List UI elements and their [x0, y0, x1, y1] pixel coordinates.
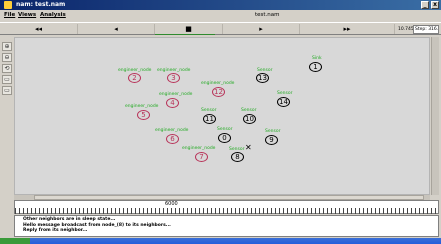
menu-file[interactable]: File — [4, 10, 15, 21]
panel2-icon[interactable]: ▭ — [2, 86, 12, 95]
node-label: Sensor — [241, 108, 257, 113]
play-indicator — [155, 34, 215, 35]
taskbar — [0, 238, 441, 244]
node-label: engineer_node — [155, 128, 189, 133]
vertical-scrollbar[interactable] — [431, 37, 439, 195]
minimize-button[interactable]: _ — [421, 1, 429, 9]
node-label: Sensor — [201, 108, 217, 113]
node-label: engineer_node — [125, 104, 159, 109]
stop-button[interactable]: ■ — [155, 24, 223, 34]
node-label: engineer_node — [182, 146, 216, 151]
timeline-bar[interactable]: 6000 — [14, 200, 439, 214]
log-line: Reply from its neighbor... — [23, 228, 88, 233]
network-node[interactable]: 9 — [265, 135, 278, 145]
document-name: test.nam — [255, 12, 280, 18]
annotation-log: Other neighbors are in sleep state... He… — [14, 215, 439, 237]
network-node[interactable]: 12 — [212, 87, 225, 97]
menu-analysis[interactable]: Analysis — [40, 10, 66, 21]
zoom-in-icon[interactable]: ⊕ — [2, 42, 12, 51]
network-node[interactable]: 6 — [166, 134, 179, 144]
network-canvas[interactable]: Sink 1 engineer_node 2 engineer_node 3 S… — [14, 37, 430, 195]
panel-icon[interactable]: ▭ — [2, 75, 12, 84]
window-title: nam: test.nam — [16, 1, 66, 8]
node-label: Sensor — [277, 91, 293, 96]
network-node[interactable]: 14 — [277, 97, 290, 107]
step-field[interactable]: Step: 316.2us — [413, 25, 439, 34]
start-button[interactable] — [0, 238, 30, 244]
fast-forward-button[interactable]: ▸▸ — [300, 24, 395, 34]
play-button[interactable]: ▸ — [223, 24, 300, 34]
tool-palette: ⊕ ⊖ ⟲ ▭ ▭ — [2, 42, 13, 97]
menu-views[interactable]: Views — [18, 10, 36, 21]
node-label: Sensor — [265, 129, 281, 134]
node-label: engineer_node — [159, 92, 193, 97]
menu-bar: File Views Analysis test.nam — [0, 10, 441, 21]
network-node[interactable]: 4 — [166, 98, 179, 108]
network-node[interactable]: 8 — [231, 152, 244, 162]
network-node[interactable]: 11 — [203, 114, 216, 124]
network-node[interactable]: 1 — [309, 62, 322, 72]
network-node[interactable]: 0 — [218, 133, 231, 143]
network-node[interactable]: 7 — [195, 152, 208, 162]
node-label: Sensor — [217, 127, 233, 132]
app-icon — [4, 1, 12, 9]
node-label: engineer_node — [201, 81, 235, 86]
network-node[interactable]: 10 — [243, 114, 256, 124]
node-label: Sink — [312, 56, 322, 61]
playback-toolbar: ◂◂ ◂ ■ ▸ ▸▸ 10.745258 Step: 316.2us — [0, 22, 441, 35]
cross-marker-icon: ✕ — [245, 143, 252, 152]
network-node[interactable]: 5 — [137, 110, 150, 120]
close-button[interactable]: x — [431, 1, 439, 9]
rewind-button[interactable]: ◂◂ — [0, 24, 78, 34]
nam-window: nam: test.nam _ x File Views Analysis te… — [0, 0, 441, 244]
reset-icon[interactable]: ⟲ — [2, 64, 12, 73]
network-node[interactable]: 13 — [256, 73, 269, 83]
timeline-ticks — [15, 208, 438, 214]
network-node[interactable]: 3 — [167, 73, 180, 83]
title-bar: nam: test.nam _ x — [0, 0, 441, 10]
node-label: Sensor — [257, 68, 273, 73]
network-node[interactable]: 2 — [128, 73, 141, 83]
timeline-label: 6000 — [165, 201, 178, 207]
step-back-button[interactable]: ◂ — [78, 24, 155, 34]
zoom-out-icon[interactable]: ⊖ — [2, 53, 12, 62]
